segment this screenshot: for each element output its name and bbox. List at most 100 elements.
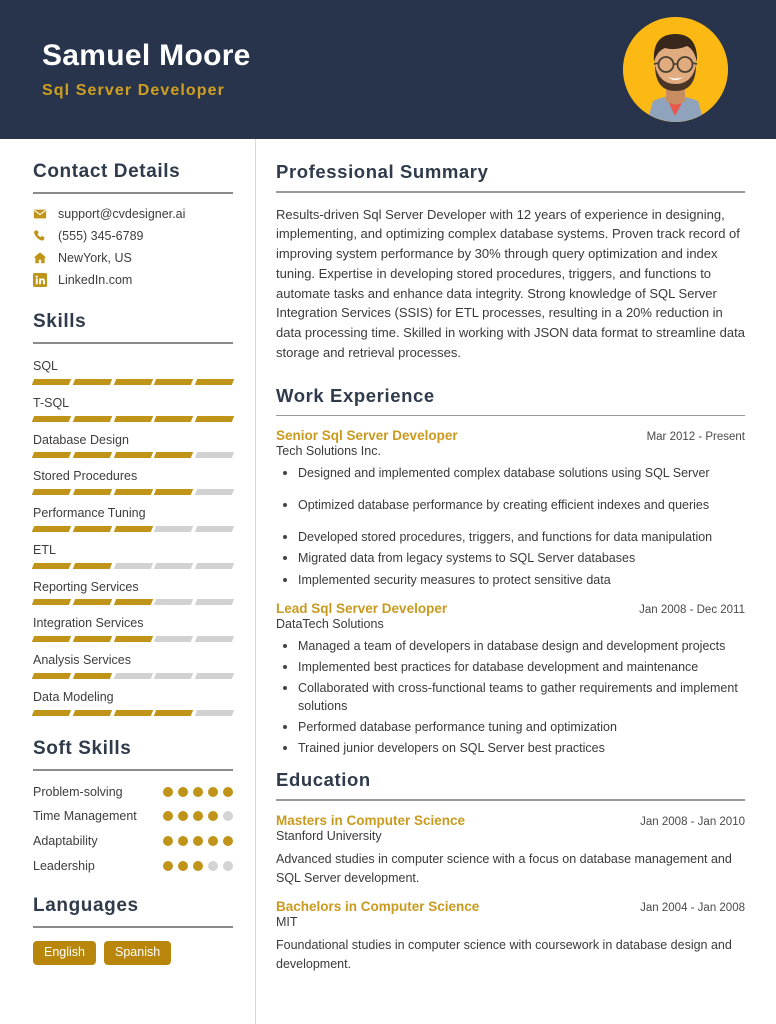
- skill-bar-segment: [72, 525, 112, 532]
- education-section-rule: [276, 799, 745, 801]
- education-entry: Masters in Computer Science Jan 2008 - Ja…: [276, 813, 745, 888]
- candidate-job-title: Sql Server Developer: [42, 82, 225, 100]
- work-bullet-item: Performed database performance tuning an…: [276, 718, 745, 736]
- avatar: [623, 17, 728, 122]
- skill-bar-segment: [154, 599, 194, 606]
- contact-item-phone[interactable]: (555) 345-6789: [33, 229, 233, 243]
- skill-level-bar: [31, 709, 235, 716]
- section-skills: Skills SQL T-SQL Database Design Stored Pro…: [31, 311, 235, 716]
- skill-bar-segment: [31, 562, 72, 569]
- education-entry-degree: Masters in Computer Science: [276, 812, 466, 828]
- work-entry-role: Senior Sql Server Developer: [276, 428, 458, 443]
- soft-skill-label: Problem-solving: [33, 784, 123, 799]
- rating-dot: [163, 836, 173, 847]
- rating-dot: [178, 861, 188, 872]
- rating-dot: [193, 861, 203, 872]
- work-entry-dates: Jan 2008 - Dec 2011: [639, 603, 745, 616]
- contact-item-linkedin[interactable]: LinkedIn.com: [33, 273, 233, 287]
- skill-row: Database Design: [31, 431, 235, 459]
- skill-row: Data Modeling: [31, 688, 235, 716]
- section-contact-details: Contact Details support@cvdesigner.ai (5…: [33, 161, 233, 287]
- skill-row: Integration Services: [31, 614, 235, 642]
- resume-page: Samuel Moore Sql Server Developer Contac…: [0, 0, 776, 1024]
- skill-label: Data Modeling: [33, 689, 114, 704]
- rating-dot: [208, 836, 218, 847]
- contact-linkedin-value: LinkedIn.com: [58, 273, 133, 287]
- contact-item-location[interactable]: NewYork, US: [33, 251, 233, 265]
- rating-dot: [178, 836, 188, 847]
- skill-bar-segment: [113, 489, 153, 495]
- skill-level-bar: [31, 489, 235, 495]
- skill-bar-segment: [113, 599, 153, 606]
- summary-text: Results-driven Sql Server Developer with…: [276, 206, 745, 360]
- skill-row: SQL: [31, 357, 235, 385]
- skill-bar-segment: [194, 636, 235, 642]
- skill-bar-segment: [194, 672, 235, 679]
- skill-level-bar: [31, 562, 235, 569]
- language-tag: Spanish: [104, 941, 172, 965]
- work-bullet-item: Implemented security measures to protect…: [276, 571, 745, 589]
- contact-section-rule: [33, 192, 233, 194]
- skill-label: ETL: [33, 542, 56, 557]
- work-bullet-item: Designed and implemented complex databas…: [276, 464, 745, 482]
- soft-skills-section-title: Soft Skills: [33, 737, 132, 759]
- skill-bar-segment: [154, 636, 194, 642]
- skill-bar-segment: [113, 378, 153, 385]
- education-section-title: Education: [276, 769, 371, 791]
- skill-level-bar: [31, 452, 235, 459]
- skills-list: SQL T-SQL Database Design Stored Procedures…: [31, 357, 235, 716]
- education-entry-degree: Bachelors in Computer Science: [276, 899, 480, 915]
- skill-level-bar: [31, 636, 235, 642]
- phone-icon: [33, 229, 47, 243]
- skill-bar-segment: [31, 709, 72, 716]
- contact-phone-value: (555) 345-6789: [58, 229, 144, 243]
- soft-skill-row: Leadership: [33, 858, 233, 875]
- soft-skill-row: Problem-solving: [33, 784, 233, 801]
- work-entries-list: Senior Sql Server Developer Mar 2012 - Pr…: [276, 428, 745, 757]
- section-education: Education Masters in Computer Science Jan…: [276, 769, 745, 974]
- work-section-title: Work Experience: [276, 384, 435, 406]
- skill-label: Performance Tuning: [33, 506, 146, 520]
- skills-section-title: Skills: [33, 311, 87, 332]
- main-column: Professional Summary Results-driven Sql …: [256, 139, 776, 1024]
- work-section-rule: [276, 414, 745, 416]
- rating-dot: [178, 786, 188, 797]
- work-bullet-item: Managed a team of developers in database…: [276, 637, 745, 655]
- skill-bar-segment: [31, 378, 72, 385]
- candidate-name: Samuel Moore: [42, 38, 251, 72]
- skill-row: Reporting Services: [31, 578, 235, 606]
- sidebar: Contact Details support@cvdesigner.ai (5…: [0, 139, 256, 1024]
- education-entry-header: Masters in Computer Science Jan 2008 - Ja…: [276, 813, 745, 828]
- section-languages: Languages English Spanish: [33, 895, 233, 965]
- skill-bar-segment: [31, 672, 72, 679]
- skill-label: SQL: [33, 359, 59, 373]
- soft-skill-rating-dots: [163, 858, 233, 872]
- work-bullet-item: Trained junior developers on SQL Server …: [276, 739, 745, 757]
- skill-row: Performance Tuning: [31, 504, 235, 532]
- soft-skill-label: Adaptability: [33, 834, 98, 849]
- language-tag-list: English Spanish: [33, 941, 233, 965]
- rating-dot: [193, 811, 203, 822]
- skill-bar-segment: [154, 415, 194, 422]
- skill-row: Stored Procedures: [31, 467, 235, 495]
- skill-bar-segment: [31, 525, 72, 532]
- linkedin-icon: [33, 273, 47, 287]
- summary-section-rule: [276, 191, 745, 193]
- education-entry: Bachelors in Computer Science Jan 2004 - …: [276, 899, 745, 974]
- skill-label: T-SQL: [33, 395, 70, 410]
- rating-dot: [178, 811, 188, 822]
- work-entry: Senior Sql Server Developer Mar 2012 - Pr…: [276, 428, 745, 589]
- work-entry-organization: DataTech Solutions: [276, 616, 384, 631]
- skill-bar-segment: [72, 452, 112, 459]
- education-entry-description: Foundational studies in computer science…: [276, 938, 732, 972]
- envelope-icon: [33, 207, 47, 221]
- section-professional-summary: Professional Summary Results-driven Sql …: [276, 161, 745, 363]
- language-tag: English: [33, 941, 96, 965]
- rating-dot: [193, 836, 203, 847]
- contact-item-email[interactable]: support@cvdesigner.ai: [33, 207, 233, 221]
- skill-bar-segment: [194, 378, 235, 385]
- skill-label: Integration Services: [33, 616, 144, 631]
- resume-header: Samuel Moore Sql Server Developer: [0, 0, 776, 139]
- skill-level-bar: [31, 599, 235, 606]
- work-bullet-item: Collaborated with cross-functional teams…: [276, 679, 745, 715]
